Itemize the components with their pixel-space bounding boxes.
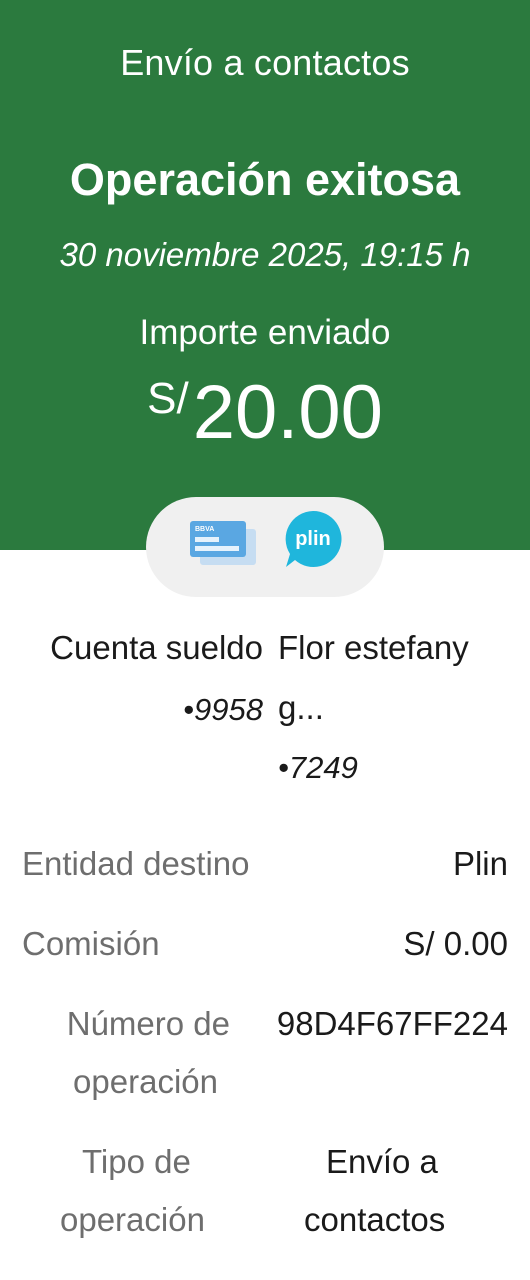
destination-account-number: •7249	[278, 750, 358, 785]
card-brand-text: BBVA	[195, 526, 214, 533]
currency-symbol: S/	[147, 374, 189, 423]
operation-type-label-line1: Tipo de	[82, 1143, 191, 1180]
operation-number-label-line2: operación	[73, 1063, 218, 1100]
amount-value: 20.00	[192, 370, 383, 455]
screen-title: Envío a contactos	[120, 42, 410, 83]
transfer-route-pill: BBVA plin	[146, 497, 384, 597]
destination-name-line1: Flor estefany	[278, 629, 469, 666]
status-title: Operación exitosa	[69, 154, 461, 205]
destination-name-line2: g...	[278, 689, 324, 726]
operation-type-label-line2: operación	[60, 1201, 205, 1238]
success-header: Envío a contactos Operación exitosa 30 n…	[0, 0, 530, 550]
operation-number-label-line1: Número de	[66, 1005, 230, 1042]
operation-receipt: Envío a contactos Operación exitosa 30 n…	[0, 0, 530, 1280]
operation-datetime: 30 noviembre 2025, 19:15 h	[59, 236, 471, 273]
amount-label: Importe enviado	[139, 313, 391, 352]
fee-value: S/ 0.00	[403, 925, 508, 962]
operation-number-value: 98D4F67FF224	[276, 1005, 508, 1042]
plin-logo-icon: plin	[285, 510, 342, 567]
origin-account-number: •9958	[183, 692, 263, 727]
fee-label: Comisión	[22, 925, 160, 962]
entity-label: Entidad destino	[22, 845, 250, 882]
plin-logo-text: plin	[295, 528, 331, 550]
entity-value: Plin	[452, 845, 508, 882]
origin-account-name: Cuenta sueldo	[50, 629, 263, 666]
origin-account: Cuenta sueldo •9958	[0, 620, 263, 740]
operation-type-value-line1: Envío a	[326, 1143, 438, 1180]
destination-account: Flor estefany g... •7249	[278, 620, 518, 798]
bbva-card-icon: BBVA	[190, 521, 256, 565]
amount-sent: S/20.00	[0, 368, 530, 458]
operation-type-value-line2: contactos	[304, 1201, 446, 1238]
